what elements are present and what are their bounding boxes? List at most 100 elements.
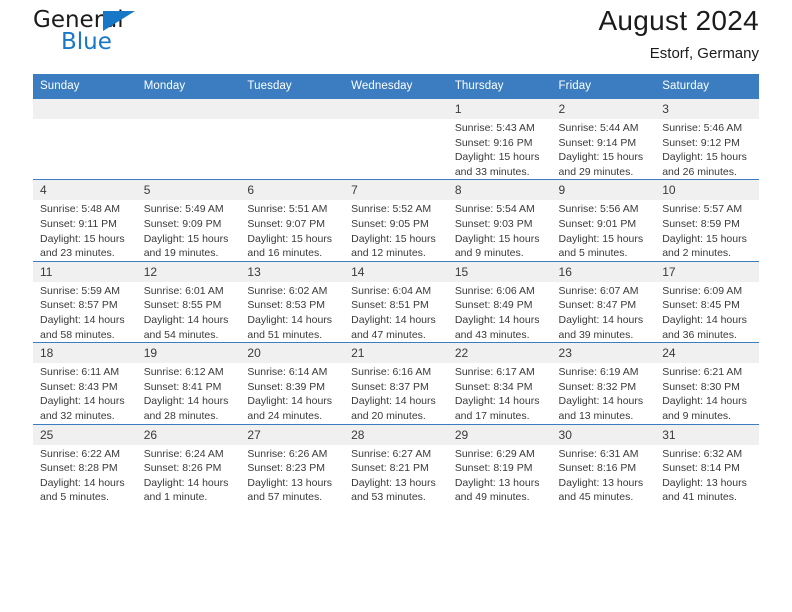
daylight-text: Daylight: 14 hours bbox=[558, 313, 644, 326]
sunrise-text: Sunrise: 6:06 AM bbox=[454, 284, 535, 297]
sunrise-text: Sunrise: 6:16 AM bbox=[351, 366, 432, 379]
calendar-day-cell[interactable]: 28 Sunrise: 6:27 AM Sunset: 8:21 PM Dayligh… bbox=[344, 423, 448, 505]
day-number: 5 bbox=[136, 180, 241, 201]
daylight-text: Daylight: 15 hours bbox=[143, 232, 229, 245]
calendar-day-cell[interactable]: 14 Sunrise: 6:04 AM Sunset: 8:51 PM Dayligh… bbox=[344, 260, 448, 343]
calendar-day-cell[interactable]: 2 Sunrise: 5:44 AM Sunset: 9:14 PM Daylight… bbox=[551, 97, 656, 180]
day-details bbox=[33, 119, 137, 121]
day-cell-inner: 29 Sunrise: 6:29 AM Sunset: 8:19 PM Dayligh… bbox=[447, 424, 552, 505]
calendar-day-cell[interactable]: 3 Sunrise: 5:46 AM Sunset: 9:12 PM Daylight… bbox=[655, 97, 759, 180]
calendar-day-cell[interactable]: 16 Sunrise: 6:07 AM Sunset: 8:47 PM Dayligh… bbox=[551, 260, 656, 343]
day-number: 11 bbox=[33, 261, 137, 282]
sunset-text: Sunset: 8:28 PM bbox=[40, 462, 118, 475]
calendar-day-cell[interactable]: 25 Sunrise: 6:22 AM Sunset: 8:28 PM Dayligh… bbox=[33, 423, 137, 505]
day-number: 9 bbox=[551, 180, 656, 201]
day-cell-inner: 30 Sunrise: 6:31 AM Sunset: 8:16 PM Dayligh… bbox=[551, 424, 656, 505]
daylight-text: and 43 minutes. bbox=[454, 328, 530, 341]
sunset-text: Sunset: 8:39 PM bbox=[247, 380, 326, 393]
daylight-text: Daylight: 13 hours bbox=[247, 476, 333, 489]
day-number: 3 bbox=[655, 99, 759, 119]
brand-logo[interactable]: General Blue bbox=[33, 8, 233, 64]
calendar-day-cell[interactable]: 13 Sunrise: 6:02 AM Sunset: 8:53 PM Dayligh… bbox=[240, 260, 345, 343]
calendar-day-cell[interactable]: 5 Sunrise: 5:49 AM Sunset: 9:09 PM Daylight… bbox=[136, 179, 241, 262]
day-number bbox=[33, 99, 137, 119]
calendar-day-cell-empty bbox=[33, 97, 137, 180]
sunset-text: Sunset: 9:03 PM bbox=[454, 217, 533, 230]
sunrise-text: Sunrise: 5:57 AM bbox=[662, 203, 743, 216]
calendar-week-row: 4 Sunrise: 5:48 AM Sunset: 9:11 PM Daylight… bbox=[33, 179, 759, 262]
daylight-text: Daylight: 14 hours bbox=[143, 313, 229, 326]
calendar-day-cell[interactable]: 8 Sunrise: 5:54 AM Sunset: 9:03 PM Daylight… bbox=[447, 179, 552, 262]
daylight-text: and 9 minutes. bbox=[454, 247, 524, 260]
weekday-header-friday: Friday bbox=[551, 74, 656, 99]
calendar-day-cell[interactable]: 9 Sunrise: 5:56 AM Sunset: 9:01 PM Daylight… bbox=[551, 179, 656, 262]
calendar-day-cell[interactable]: 22 Sunrise: 6:17 AM Sunset: 8:34 PM Dayligh… bbox=[447, 342, 552, 424]
calendar-day-cell[interactable]: 24 Sunrise: 6:21 AM Sunset: 8:30 PM Dayligh… bbox=[655, 342, 759, 424]
daylight-text: Daylight: 13 hours bbox=[454, 476, 540, 489]
calendar-day-cell[interactable]: 17 Sunrise: 6:09 AM Sunset: 8:45 PM Dayligh… bbox=[655, 260, 759, 343]
calendar-day-cell[interactable]: 30 Sunrise: 6:31 AM Sunset: 8:16 PM Dayligh… bbox=[551, 423, 656, 505]
calendar-day-cell[interactable]: 20 Sunrise: 6:14 AM Sunset: 8:39 PM Dayligh… bbox=[240, 342, 345, 424]
daylight-text: Daylight: 13 hours bbox=[662, 476, 747, 489]
calendar-day-cell[interactable]: 27 Sunrise: 6:26 AM Sunset: 8:23 PM Dayligh… bbox=[240, 423, 345, 505]
daylight-text: Daylight: 14 hours bbox=[40, 476, 125, 489]
day-cell-inner: 23 Sunrise: 6:19 AM Sunset: 8:32 PM Dayligh… bbox=[551, 343, 656, 423]
calendar-day-cell[interactable]: 12 Sunrise: 6:01 AM Sunset: 8:55 PM Dayligh… bbox=[136, 260, 241, 343]
daylight-text: Daylight: 14 hours bbox=[662, 313, 747, 326]
sunrise-text: Sunrise: 5:54 AM bbox=[454, 203, 535, 216]
daylight-text: Daylight: 15 hours bbox=[454, 232, 540, 245]
calendar-day-cell[interactable]: 21 Sunrise: 6:16 AM Sunset: 8:37 PM Dayligh… bbox=[344, 342, 448, 424]
daylight-text: and 51 minutes. bbox=[247, 328, 323, 341]
day-number: 19 bbox=[136, 343, 241, 364]
day-cell-inner: 31 Sunrise: 6:32 AM Sunset: 8:14 PM Dayligh… bbox=[655, 424, 759, 505]
weekday-header-saturday: Saturday bbox=[655, 74, 759, 99]
day-details: Sunrise: 6:07 AM Sunset: 8:47 PM Daylight:… bbox=[552, 282, 656, 342]
day-cell-inner: 13 Sunrise: 6:02 AM Sunset: 8:53 PM Dayligh… bbox=[240, 261, 345, 342]
daylight-text: and 9 minutes. bbox=[662, 409, 732, 422]
calendar-day-cell[interactable]: 7 Sunrise: 5:52 AM Sunset: 9:05 PM Daylight… bbox=[344, 179, 448, 262]
daylight-text: Daylight: 15 hours bbox=[558, 232, 644, 245]
day-details: Sunrise: 6:09 AM Sunset: 8:45 PM Daylight:… bbox=[655, 282, 759, 342]
daylight-text: Daylight: 15 hours bbox=[662, 232, 747, 245]
calendar-body: 1 Sunrise: 5:43 AM Sunset: 9:16 PM Daylight… bbox=[33, 97, 759, 505]
page-subtitle: Estorf, Germany bbox=[649, 45, 759, 62]
day-cell-inner: 25 Sunrise: 6:22 AM Sunset: 8:28 PM Dayligh… bbox=[33, 424, 137, 505]
day-details: Sunrise: 5:48 AM Sunset: 9:11 PM Daylight:… bbox=[33, 200, 137, 260]
calendar-day-cell-empty bbox=[344, 97, 448, 180]
sunset-text: Sunset: 8:19 PM bbox=[454, 462, 533, 475]
daylight-text: Daylight: 14 hours bbox=[662, 395, 747, 408]
calendar-day-cell[interactable]: 6 Sunrise: 5:51 AM Sunset: 9:07 PM Daylight… bbox=[240, 179, 345, 262]
day-number: 22 bbox=[447, 343, 552, 364]
day-number: 10 bbox=[655, 180, 759, 201]
sunrise-text: Sunrise: 6:17 AM bbox=[454, 366, 535, 379]
day-details: Sunrise: 5:52 AM Sunset: 9:05 PM Daylight:… bbox=[344, 200, 448, 260]
calendar-day-cell[interactable]: 31 Sunrise: 6:32 AM Sunset: 8:14 PM Dayligh… bbox=[655, 423, 759, 505]
daylight-text: and 23 minutes. bbox=[40, 247, 115, 260]
day-number: 21 bbox=[344, 343, 448, 364]
calendar-day-cell[interactable]: 15 Sunrise: 6:06 AM Sunset: 8:49 PM Dayligh… bbox=[447, 260, 552, 343]
calendar-day-cell[interactable]: 4 Sunrise: 5:48 AM Sunset: 9:11 PM Daylight… bbox=[33, 179, 137, 262]
sunrise-text: Sunrise: 6:19 AM bbox=[558, 366, 639, 379]
calendar-day-cell[interactable]: 1 Sunrise: 5:43 AM Sunset: 9:16 PM Daylight… bbox=[447, 97, 552, 180]
sunrise-text: Sunrise: 5:52 AM bbox=[351, 203, 432, 216]
sunset-text: Sunset: 8:57 PM bbox=[40, 299, 118, 312]
daylight-text: Daylight: 13 hours bbox=[351, 476, 436, 489]
calendar-week-row: 25 Sunrise: 6:22 AM Sunset: 8:28 PM Dayligh… bbox=[33, 423, 759, 505]
day-number: 25 bbox=[33, 424, 137, 445]
day-details: Sunrise: 6:17 AM Sunset: 8:34 PM Daylight:… bbox=[448, 363, 552, 423]
calendar-day-cell[interactable]: 18 Sunrise: 6:11 AM Sunset: 8:43 PM Dayligh… bbox=[33, 342, 137, 424]
day-cell-inner: 15 Sunrise: 6:06 AM Sunset: 8:49 PM Dayligh… bbox=[447, 261, 552, 342]
sunset-text: Sunset: 8:30 PM bbox=[662, 380, 740, 393]
sunset-text: Sunset: 8:53 PM bbox=[247, 299, 326, 312]
calendar-day-cell[interactable]: 26 Sunrise: 6:24 AM Sunset: 8:26 PM Dayligh… bbox=[136, 423, 241, 505]
calendar-day-cell[interactable]: 29 Sunrise: 6:29 AM Sunset: 8:19 PM Dayligh… bbox=[447, 423, 552, 505]
calendar-day-cell[interactable]: 23 Sunrise: 6:19 AM Sunset: 8:32 PM Dayligh… bbox=[551, 342, 656, 424]
calendar-day-cell[interactable]: 19 Sunrise: 6:12 AM Sunset: 8:41 PM Dayligh… bbox=[136, 342, 241, 424]
page-header: General Blue August 2024 Estorf, Germany bbox=[33, 0, 759, 74]
calendar-day-cell[interactable]: 10 Sunrise: 5:57 AM Sunset: 8:59 PM Dayligh… bbox=[655, 179, 759, 262]
daylight-text: and 24 minutes. bbox=[247, 409, 323, 422]
day-cell-inner: 8 Sunrise: 5:54 AM Sunset: 9:03 PM Daylight… bbox=[447, 180, 552, 260]
calendar-day-cell[interactable]: 11 Sunrise: 5:59 AM Sunset: 8:57 PM Dayligh… bbox=[33, 260, 137, 343]
day-cell-inner: 11 Sunrise: 5:59 AM Sunset: 8:57 PM Dayligh… bbox=[33, 261, 137, 342]
day-details: Sunrise: 5:43 AM Sunset: 9:16 PM Daylight:… bbox=[448, 119, 552, 179]
